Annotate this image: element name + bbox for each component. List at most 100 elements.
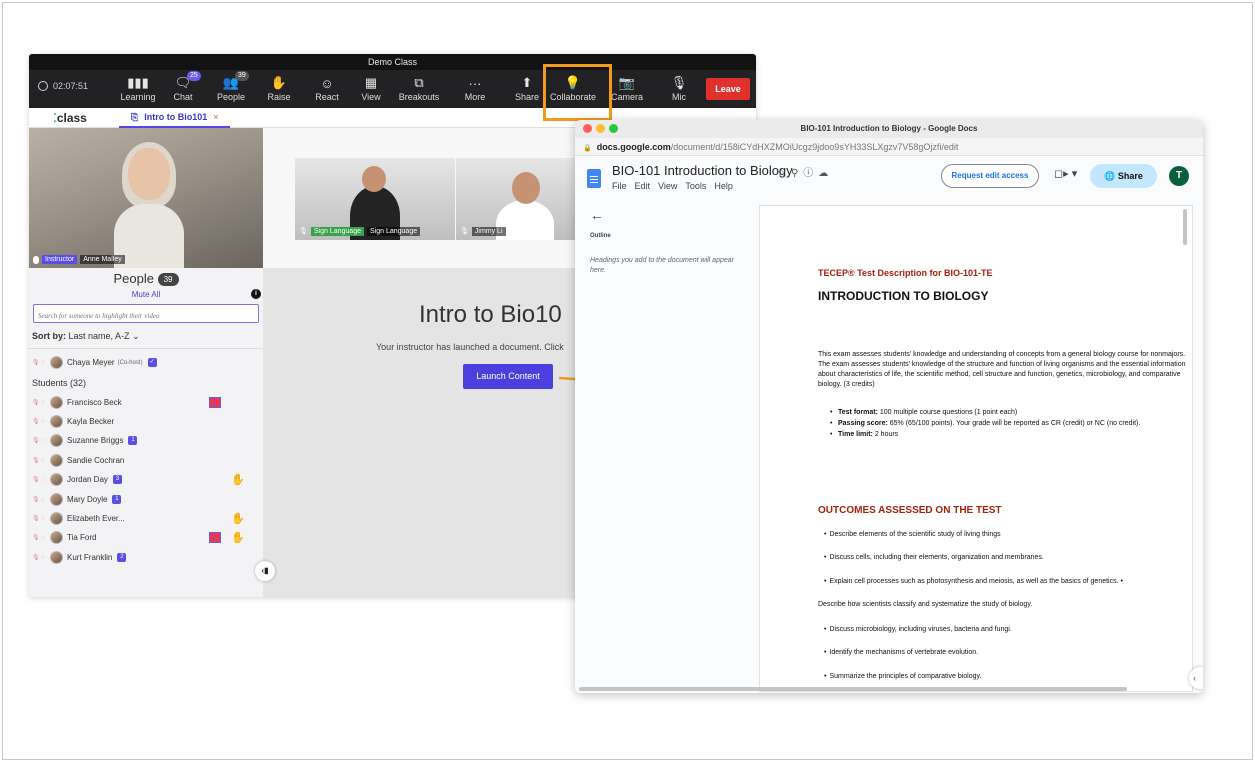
- list-item: • Discuss cells, including their elements…: [824, 554, 1044, 561]
- star-icon[interactable]: ☆: [777, 168, 791, 179]
- toolbar-label: Chat: [173, 92, 193, 102]
- doc-facts-list: Test format: 100 multiple course questio…: [830, 408, 1180, 441]
- tab-intro-to-bio101[interactable]: ⎘ Intro to Bio101 ×: [119, 107, 231, 128]
- toolbar-label: Mic: [672, 92, 686, 102]
- chat-badge-icon: ✓: [147, 358, 157, 368]
- mic-off-icon: 🎙 ◌: [32, 457, 45, 464]
- toolbar-breakouts-button[interactable]: ⧉ Breakouts: [395, 73, 443, 102]
- leave-button[interactable]: Leave: [706, 78, 750, 100]
- sort-dropdown[interactable]: Sort by: Last name, A-Z ⌄: [29, 323, 263, 349]
- docs-logo-icon[interactable]: [587, 169, 601, 188]
- globe-icon: 🌐: [1104, 171, 1116, 181]
- document-page[interactable]: TECEP® Test Description for BIO-101-TE I…: [759, 205, 1193, 692]
- menu-tools[interactable]: Tools: [685, 181, 706, 191]
- share-button[interactable]: 🌐 Share: [1090, 164, 1157, 188]
- toolbar-learning-button[interactable]: ▮▮▮ Learning: [114, 73, 162, 102]
- toolbar-label: Breakouts: [398, 92, 440, 102]
- minimize-window-icon[interactable]: [596, 124, 605, 133]
- docs-menu-bar: File Edit View Tools Help: [612, 181, 733, 191]
- close-tab-icon[interactable]: ×: [213, 107, 218, 127]
- info-icon[interactable]: i: [251, 289, 261, 299]
- student-name: Francisco Beck: [67, 397, 122, 407]
- document-title[interactable]: BIO-101 Introduction to Biology: [612, 163, 793, 178]
- back-arrow-icon[interactable]: ←: [590, 207, 604, 223]
- list-item: Passing score: 65% (65/100 points). Your…: [830, 419, 1180, 429]
- window-controls: [583, 124, 618, 133]
- meet-icon[interactable]: ◻▸ ▾: [1054, 167, 1077, 180]
- outline-hint: Headings you add to the document will ap…: [590, 257, 734, 274]
- cloud-icon[interactable]: ☁: [818, 168, 833, 179]
- student-name: Kayla Becker: [67, 416, 115, 426]
- people-search-input[interactable]: [34, 307, 258, 325]
- hand-icon: ✋: [270, 75, 288, 90]
- table-row[interactable]: 🎙 ◌ Francisco Beck: [32, 392, 260, 411]
- window-title: Demo Class: [29, 54, 756, 70]
- menu-file[interactable]: File: [612, 181, 627, 191]
- collapse-panel-button[interactable]: ‹▮: [255, 561, 275, 581]
- page-vertical-scrollbar[interactable]: [1183, 209, 1187, 245]
- list-item: • Describe elements of the scientific stu…: [824, 531, 1001, 538]
- chat-count-badge: 2: [117, 552, 127, 562]
- table-row[interactable]: 🎙 ◌ Tia Ford ✋: [32, 528, 260, 547]
- breakouts-icon: ⧉: [414, 75, 424, 90]
- people-search: [33, 304, 259, 325]
- toolbar-count-badge: 25: [187, 71, 201, 81]
- table-row[interactable]: 🎙 ◌ Suzanne Briggs 1: [32, 431, 260, 450]
- list-item: Test format: 100 multiple course questio…: [830, 408, 1180, 418]
- table-row[interactable]: 🎙 ◌ Sandie Cochran: [32, 451, 260, 470]
- toolbar-people-button[interactable]: 👥 39 People: [207, 71, 255, 102]
- student-name: Kurt Franklin: [67, 552, 113, 562]
- toolbar-react-button[interactable]: ☺ React: [303, 73, 351, 102]
- doc-paragraph: This exam assesses students' knowledge a…: [818, 351, 1186, 388]
- table-row[interactable]: 🎙 ◌ Kurt Franklin 2: [32, 548, 260, 567]
- table-row[interactable]: 🎙 ◌ Elizabeth Ever... ✋: [32, 509, 260, 528]
- launch-content-button[interactable]: Launch Content: [463, 364, 553, 389]
- toolbar-label: More: [464, 92, 486, 102]
- toolbar-label: View: [361, 92, 381, 102]
- mic-icon: [33, 255, 39, 264]
- move-icon[interactable]: ⚲: [791, 168, 803, 179]
- menu-help[interactable]: Help: [714, 181, 733, 191]
- list-item: Time limit: 2 hours: [830, 430, 1180, 440]
- toolbar-more-button[interactable]: ··· More: [451, 73, 499, 102]
- chat-count-badge: 1: [112, 494, 122, 504]
- table-row[interactable]: 🎙 ◌ Mary Doyle 1: [32, 489, 260, 508]
- toolbar-mic-button[interactable]: 🎙 Mic: [655, 73, 703, 102]
- avatar: [50, 550, 63, 564]
- toolbar-view-button[interactable]: ▦ View: [347, 73, 395, 102]
- student-name: Suzanne Briggs: [67, 436, 124, 446]
- lock-icon: 🔒: [583, 145, 592, 152]
- title-actions: ☆⚲ⓘ☁: [777, 164, 833, 179]
- list-item: • Identify the mechanisms of vertebrate e…: [824, 649, 979, 656]
- avatar: [50, 473, 63, 487]
- list-item[interactable]: 🎙 ◌ Chaya Meyer (Co-host) ✓: [32, 353, 260, 372]
- mic-off-icon: 🎙 ◌: [32, 496, 45, 503]
- toolbar-label: People: [216, 92, 246, 102]
- menu-view[interactable]: View: [658, 181, 677, 191]
- launch-message: Your instructor has launched a document.…: [376, 342, 564, 352]
- avatar: [50, 511, 63, 525]
- status-icon[interactable]: ⓘ: [803, 168, 818, 179]
- request-edit-access-button[interactable]: Request edit access: [941, 164, 1039, 188]
- docs-window-title: BIO-101 Introduction to Biology - Google…: [575, 120, 1203, 138]
- address-bar[interactable]: 🔒 docs.google.com/document/d/158iCYdHXZMO…: [575, 138, 1203, 156]
- account-avatar[interactable]: T: [1169, 166, 1189, 186]
- horizontal-scrollbar[interactable]: [579, 687, 1127, 691]
- mute-all-link[interactable]: Mute All: [132, 290, 160, 299]
- sign-language-video[interactable]: 🎙 Sign Language Sign Language: [295, 158, 455, 240]
- toolbar-label: Learning: [120, 92, 156, 102]
- close-window-icon[interactable]: [583, 124, 592, 133]
- student-name: Mary Doyle: [67, 494, 108, 504]
- table-row[interactable]: 🎙 ◌ Kayla Becker: [32, 412, 260, 431]
- toolbar-label: React: [315, 92, 339, 102]
- toolbar-raise-button[interactable]: ✋ Raise: [255, 73, 303, 102]
- mic-off-icon: 🎙 ◌: [32, 515, 45, 522]
- menu-edit[interactable]: Edit: [635, 181, 651, 191]
- collaborate-highlight: [543, 64, 612, 121]
- maximize-window-icon[interactable]: [609, 124, 618, 133]
- toolbar-chat-button[interactable]: 🗨 25 Chat: [159, 71, 207, 102]
- people-panel: Instructor Anne Malley People 39 Mute Al…: [29, 128, 263, 597]
- table-row[interactable]: 🎙 ◌ Jordan Day 3 ✋: [32, 470, 260, 489]
- toolbar-count-badge: 39: [235, 71, 249, 81]
- avatar: [50, 531, 63, 545]
